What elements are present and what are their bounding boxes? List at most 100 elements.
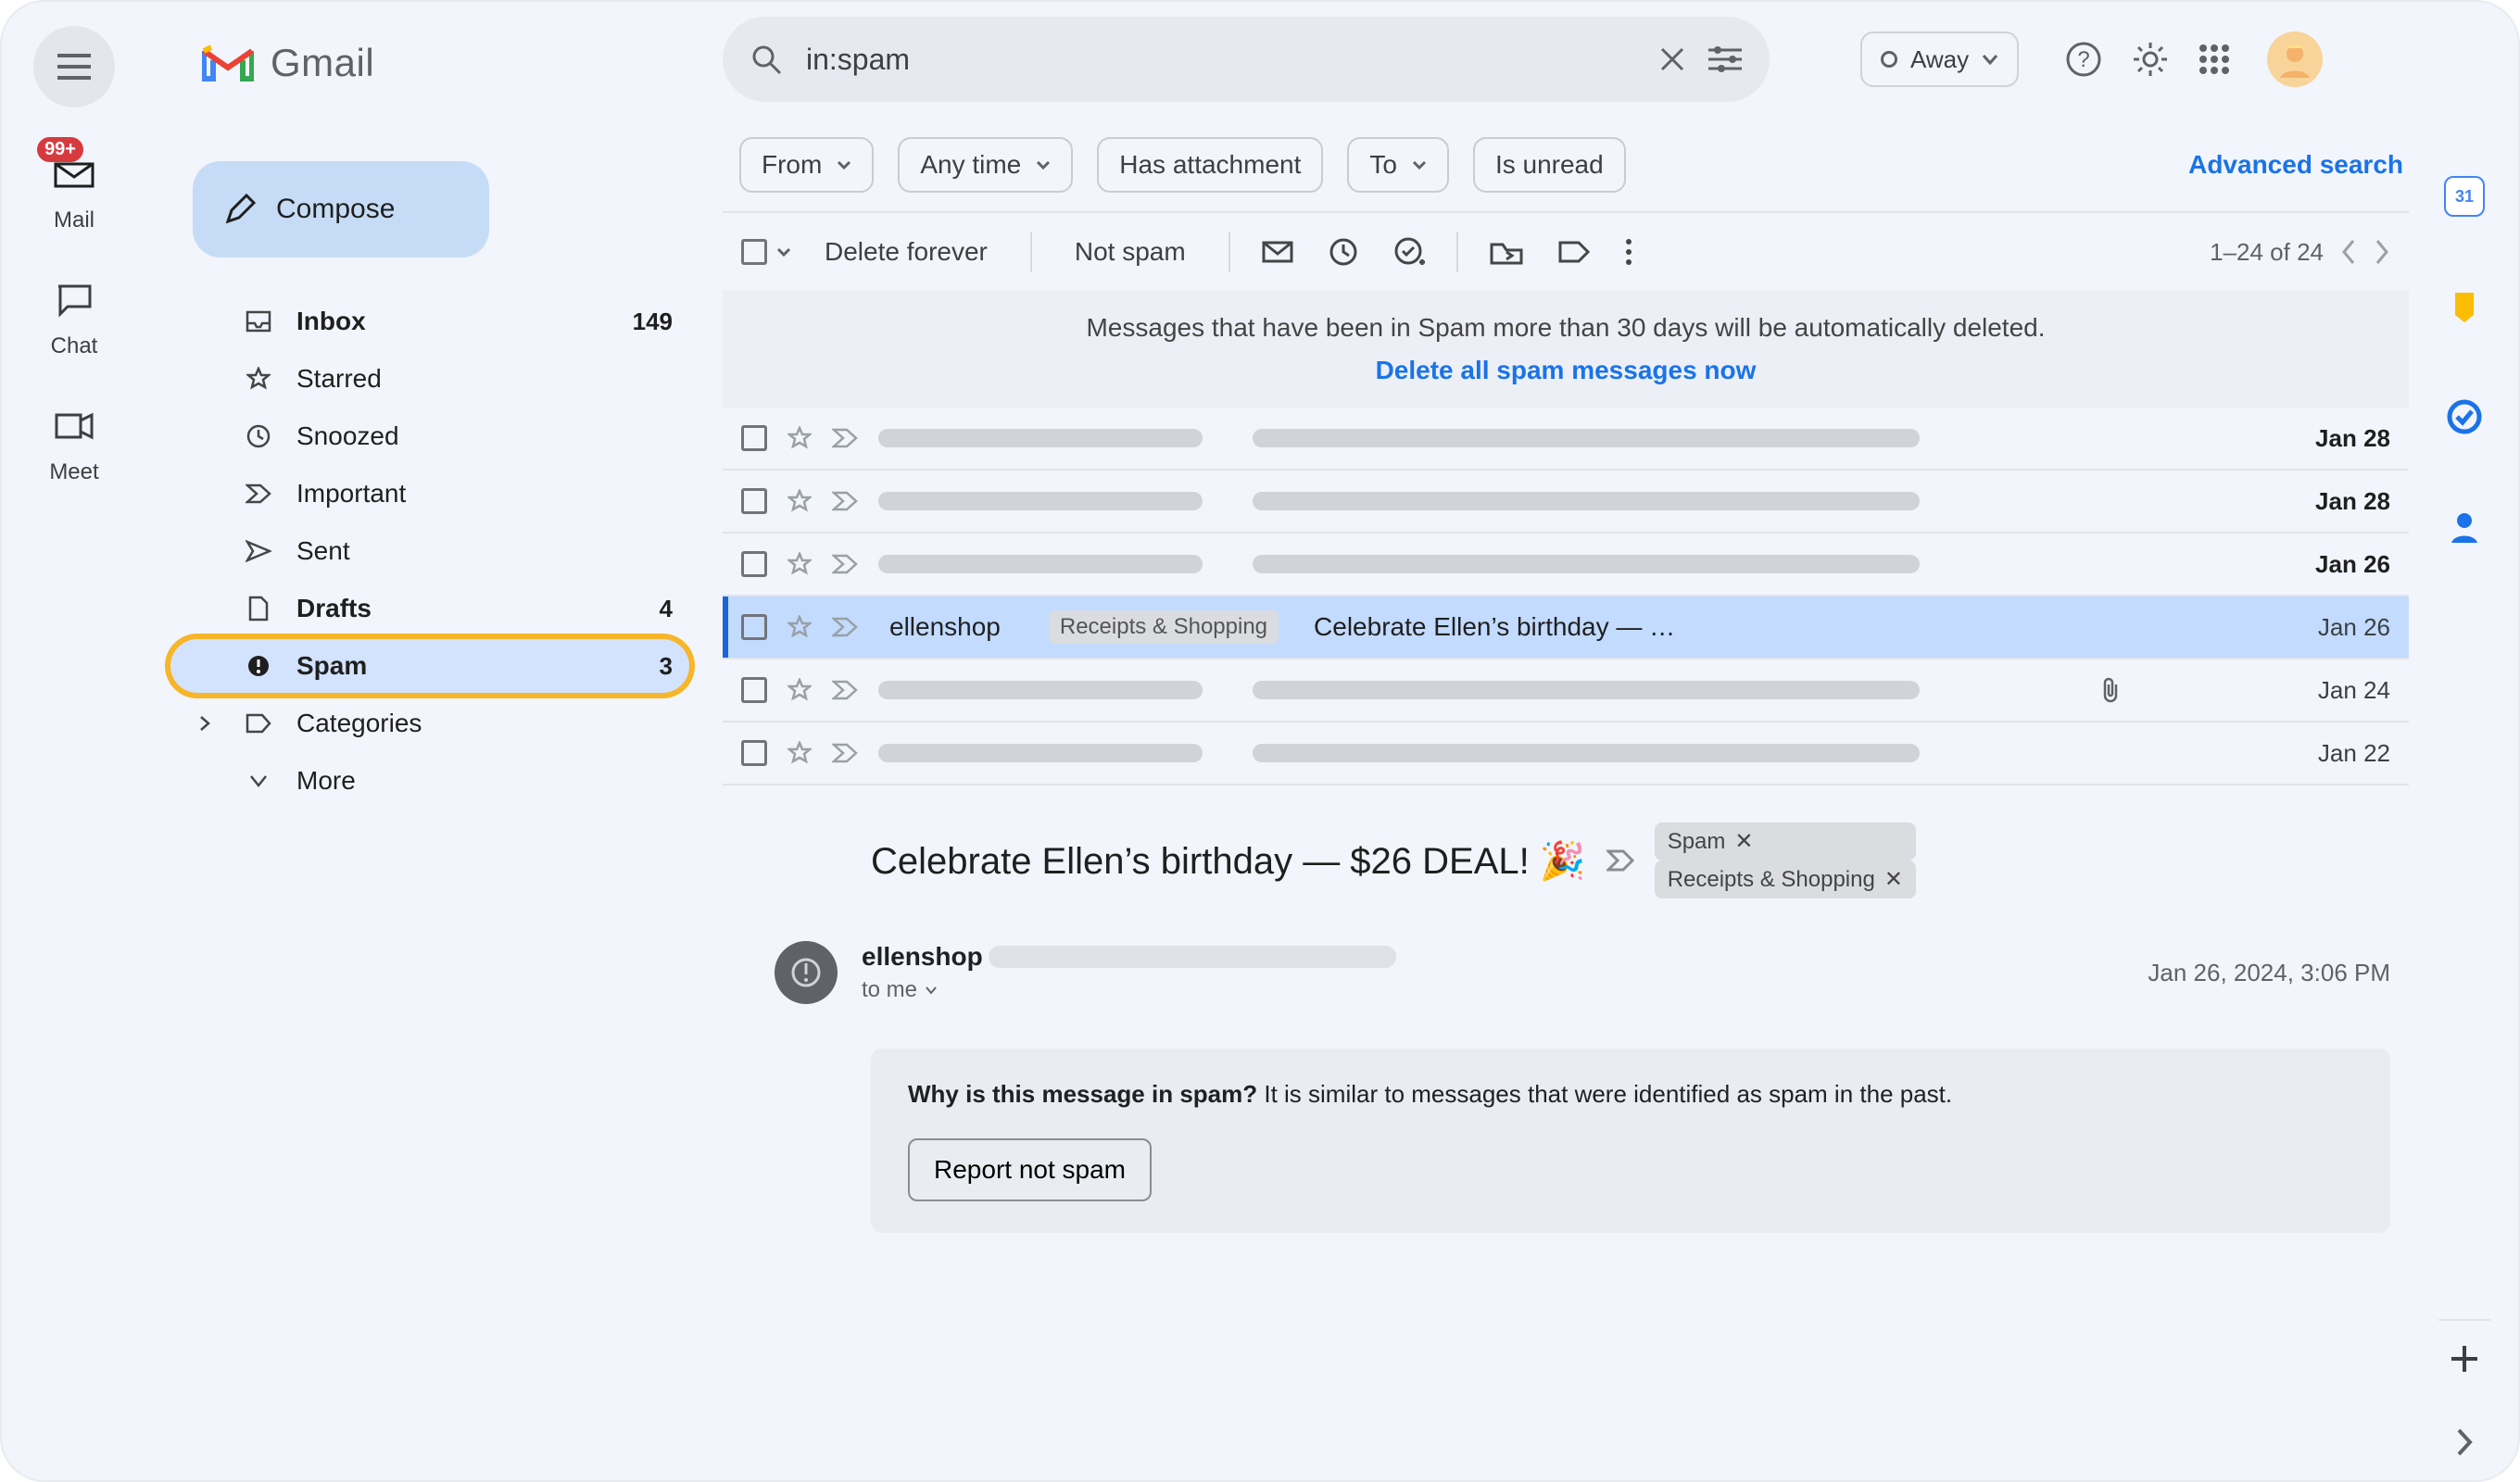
caret-icon xyxy=(189,715,220,732)
rail-mail[interactable]: 99+ Mail xyxy=(48,148,100,233)
message-label-chip[interactable]: Receipts & Shopping✕ xyxy=(1655,860,1916,898)
plus-icon xyxy=(2450,1344,2479,1374)
message-row[interactable]: ellenshopReceipts & ShoppingCelebrate El… xyxy=(723,597,2409,659)
support-icon[interactable]: ? xyxy=(2065,41,2102,78)
page-prev-icon[interactable] xyxy=(2340,239,2357,265)
label-icon[interactable] xyxy=(1558,239,1590,265)
app-name: Gmail xyxy=(271,41,374,85)
tag-icon xyxy=(243,713,274,734)
select-all[interactable] xyxy=(741,239,791,265)
contacts-icon[interactable] xyxy=(2446,508,2483,545)
report-not-spam-button[interactable]: Report not spam xyxy=(908,1138,1152,1201)
important-icon[interactable] xyxy=(832,680,858,700)
separator xyxy=(1030,232,1032,272)
star-icon[interactable] xyxy=(788,678,812,702)
sidebar-item-sent[interactable]: Sent xyxy=(170,524,689,578)
apps-icon[interactable] xyxy=(2199,44,2230,75)
remove-label-icon[interactable]: ✕ xyxy=(1884,866,1903,893)
settings-icon[interactable] xyxy=(2132,41,2169,78)
row-checkbox[interactable] xyxy=(741,740,767,766)
menu-button[interactable] xyxy=(33,26,115,107)
star-icon[interactable] xyxy=(788,489,812,513)
message-row[interactable]: Jan 26 xyxy=(723,534,2409,597)
chip-to-label: To xyxy=(1369,150,1397,180)
star-icon[interactable] xyxy=(788,426,812,450)
status-pill[interactable]: Away xyxy=(1860,31,2019,87)
move-to-icon[interactable] xyxy=(1490,239,1523,265)
row-checkbox[interactable] xyxy=(741,614,767,640)
star-icon[interactable] xyxy=(788,615,812,639)
sidebar-item-categories[interactable]: Categories xyxy=(170,697,689,750)
chip-attachment-label: Has attachment xyxy=(1119,150,1301,180)
page-next-icon[interactable] xyxy=(2374,239,2390,265)
calendar-icon[interactable]: 31 xyxy=(2444,176,2485,217)
subject-redacted xyxy=(1253,492,1920,510)
tasks-icon[interactable] xyxy=(2446,398,2483,435)
caret-icon xyxy=(837,160,851,170)
delete-forever-button[interactable]: Delete forever xyxy=(813,230,999,274)
sidebar-item-spam[interactable]: Spam3 xyxy=(170,639,689,693)
side-panel-toggle-icon[interactable] xyxy=(2455,1428,2474,1456)
sidebar-item-starred[interactable]: Starred xyxy=(170,352,689,406)
keep-icon[interactable] xyxy=(2446,289,2483,326)
sidebar-item-inbox[interactable]: Inbox149 xyxy=(170,295,689,348)
chip-to[interactable]: To xyxy=(1347,137,1449,193)
message-row[interactable]: Jan 22 xyxy=(723,722,2409,785)
message-row[interactable]: Jan 28 xyxy=(723,471,2409,534)
remove-label-icon[interactable]: ✕ xyxy=(1734,828,1753,855)
sidebar-item-drafts[interactable]: Drafts4 xyxy=(170,582,689,635)
message-subject: Celebrate Ellen’s birthday — $26 DEAL! 🎉 xyxy=(871,839,1586,883)
star-icon[interactable] xyxy=(788,552,812,576)
get-addons-button[interactable] xyxy=(2438,1319,2490,1371)
important-icon[interactable] xyxy=(832,491,858,511)
advanced-search-link[interactable]: Advanced search xyxy=(2188,150,2403,180)
more-icon[interactable] xyxy=(1625,238,1632,266)
separator xyxy=(1456,232,1458,272)
important-icon[interactable] xyxy=(832,617,858,637)
presence-icon xyxy=(1881,51,1897,68)
row-checkbox[interactable] xyxy=(741,488,767,514)
message-row[interactable]: Jan 28 xyxy=(723,408,2409,471)
important-icon[interactable] xyxy=(832,428,858,448)
recipients-summary[interactable]: to me xyxy=(862,977,1396,1003)
sidebar-item-important[interactable]: Important xyxy=(170,467,689,521)
account-avatar[interactable] xyxy=(2267,31,2323,87)
sidebar-item-snoozed[interactable]: Snoozed xyxy=(170,409,689,463)
compose-label: Compose xyxy=(276,194,395,225)
chip-from[interactable]: From xyxy=(739,137,874,193)
row-checkbox[interactable] xyxy=(741,425,767,451)
important-icon[interactable] xyxy=(832,554,858,574)
chip-anytime[interactable]: Any time xyxy=(898,137,1073,193)
rail-chat[interactable]: Chat xyxy=(48,274,100,359)
clock-icon xyxy=(243,424,274,448)
star-icon xyxy=(243,367,274,391)
important-icon[interactable] xyxy=(832,743,858,763)
chip-unread[interactable]: Is unread xyxy=(1473,137,1626,193)
tome-label: to me xyxy=(862,977,917,1003)
avatar-icon xyxy=(2274,39,2315,80)
folder-label: Important xyxy=(296,479,650,509)
mark-read-icon[interactable] xyxy=(1262,239,1293,265)
rail-meet[interactable]: Meet xyxy=(48,400,100,485)
clear-search-icon[interactable] xyxy=(1658,45,1686,73)
chip-attachment[interactable]: Has attachment xyxy=(1097,137,1323,193)
search-box[interactable] xyxy=(723,17,1770,102)
row-checkbox[interactable] xyxy=(741,677,767,703)
spam-explainer: Why is this message in spam? It is simil… xyxy=(871,1049,2390,1233)
delete-all-spam-link[interactable]: Delete all spam messages now xyxy=(723,356,2409,385)
star-icon[interactable] xyxy=(788,741,812,765)
search-icon xyxy=(750,44,782,75)
gmail-logo[interactable]: Gmail xyxy=(202,17,723,109)
important-marker-icon[interactable] xyxy=(1606,849,1634,872)
search-options-icon[interactable] xyxy=(1708,46,1742,72)
message-label-chip[interactable]: Spam✕ xyxy=(1655,823,1916,860)
snooze-icon[interactable] xyxy=(1329,237,1358,267)
message-row[interactable]: Jan 24 xyxy=(723,659,2409,722)
add-task-icon[interactable] xyxy=(1393,236,1425,268)
search-input[interactable] xyxy=(804,42,1636,78)
compose-button[interactable]: Compose xyxy=(193,161,489,257)
sidebar-item-more[interactable]: More xyxy=(170,754,689,808)
row-checkbox[interactable] xyxy=(741,551,767,577)
not-spam-button[interactable]: Not spam xyxy=(1064,230,1197,274)
chat-label: Chat xyxy=(51,333,98,359)
